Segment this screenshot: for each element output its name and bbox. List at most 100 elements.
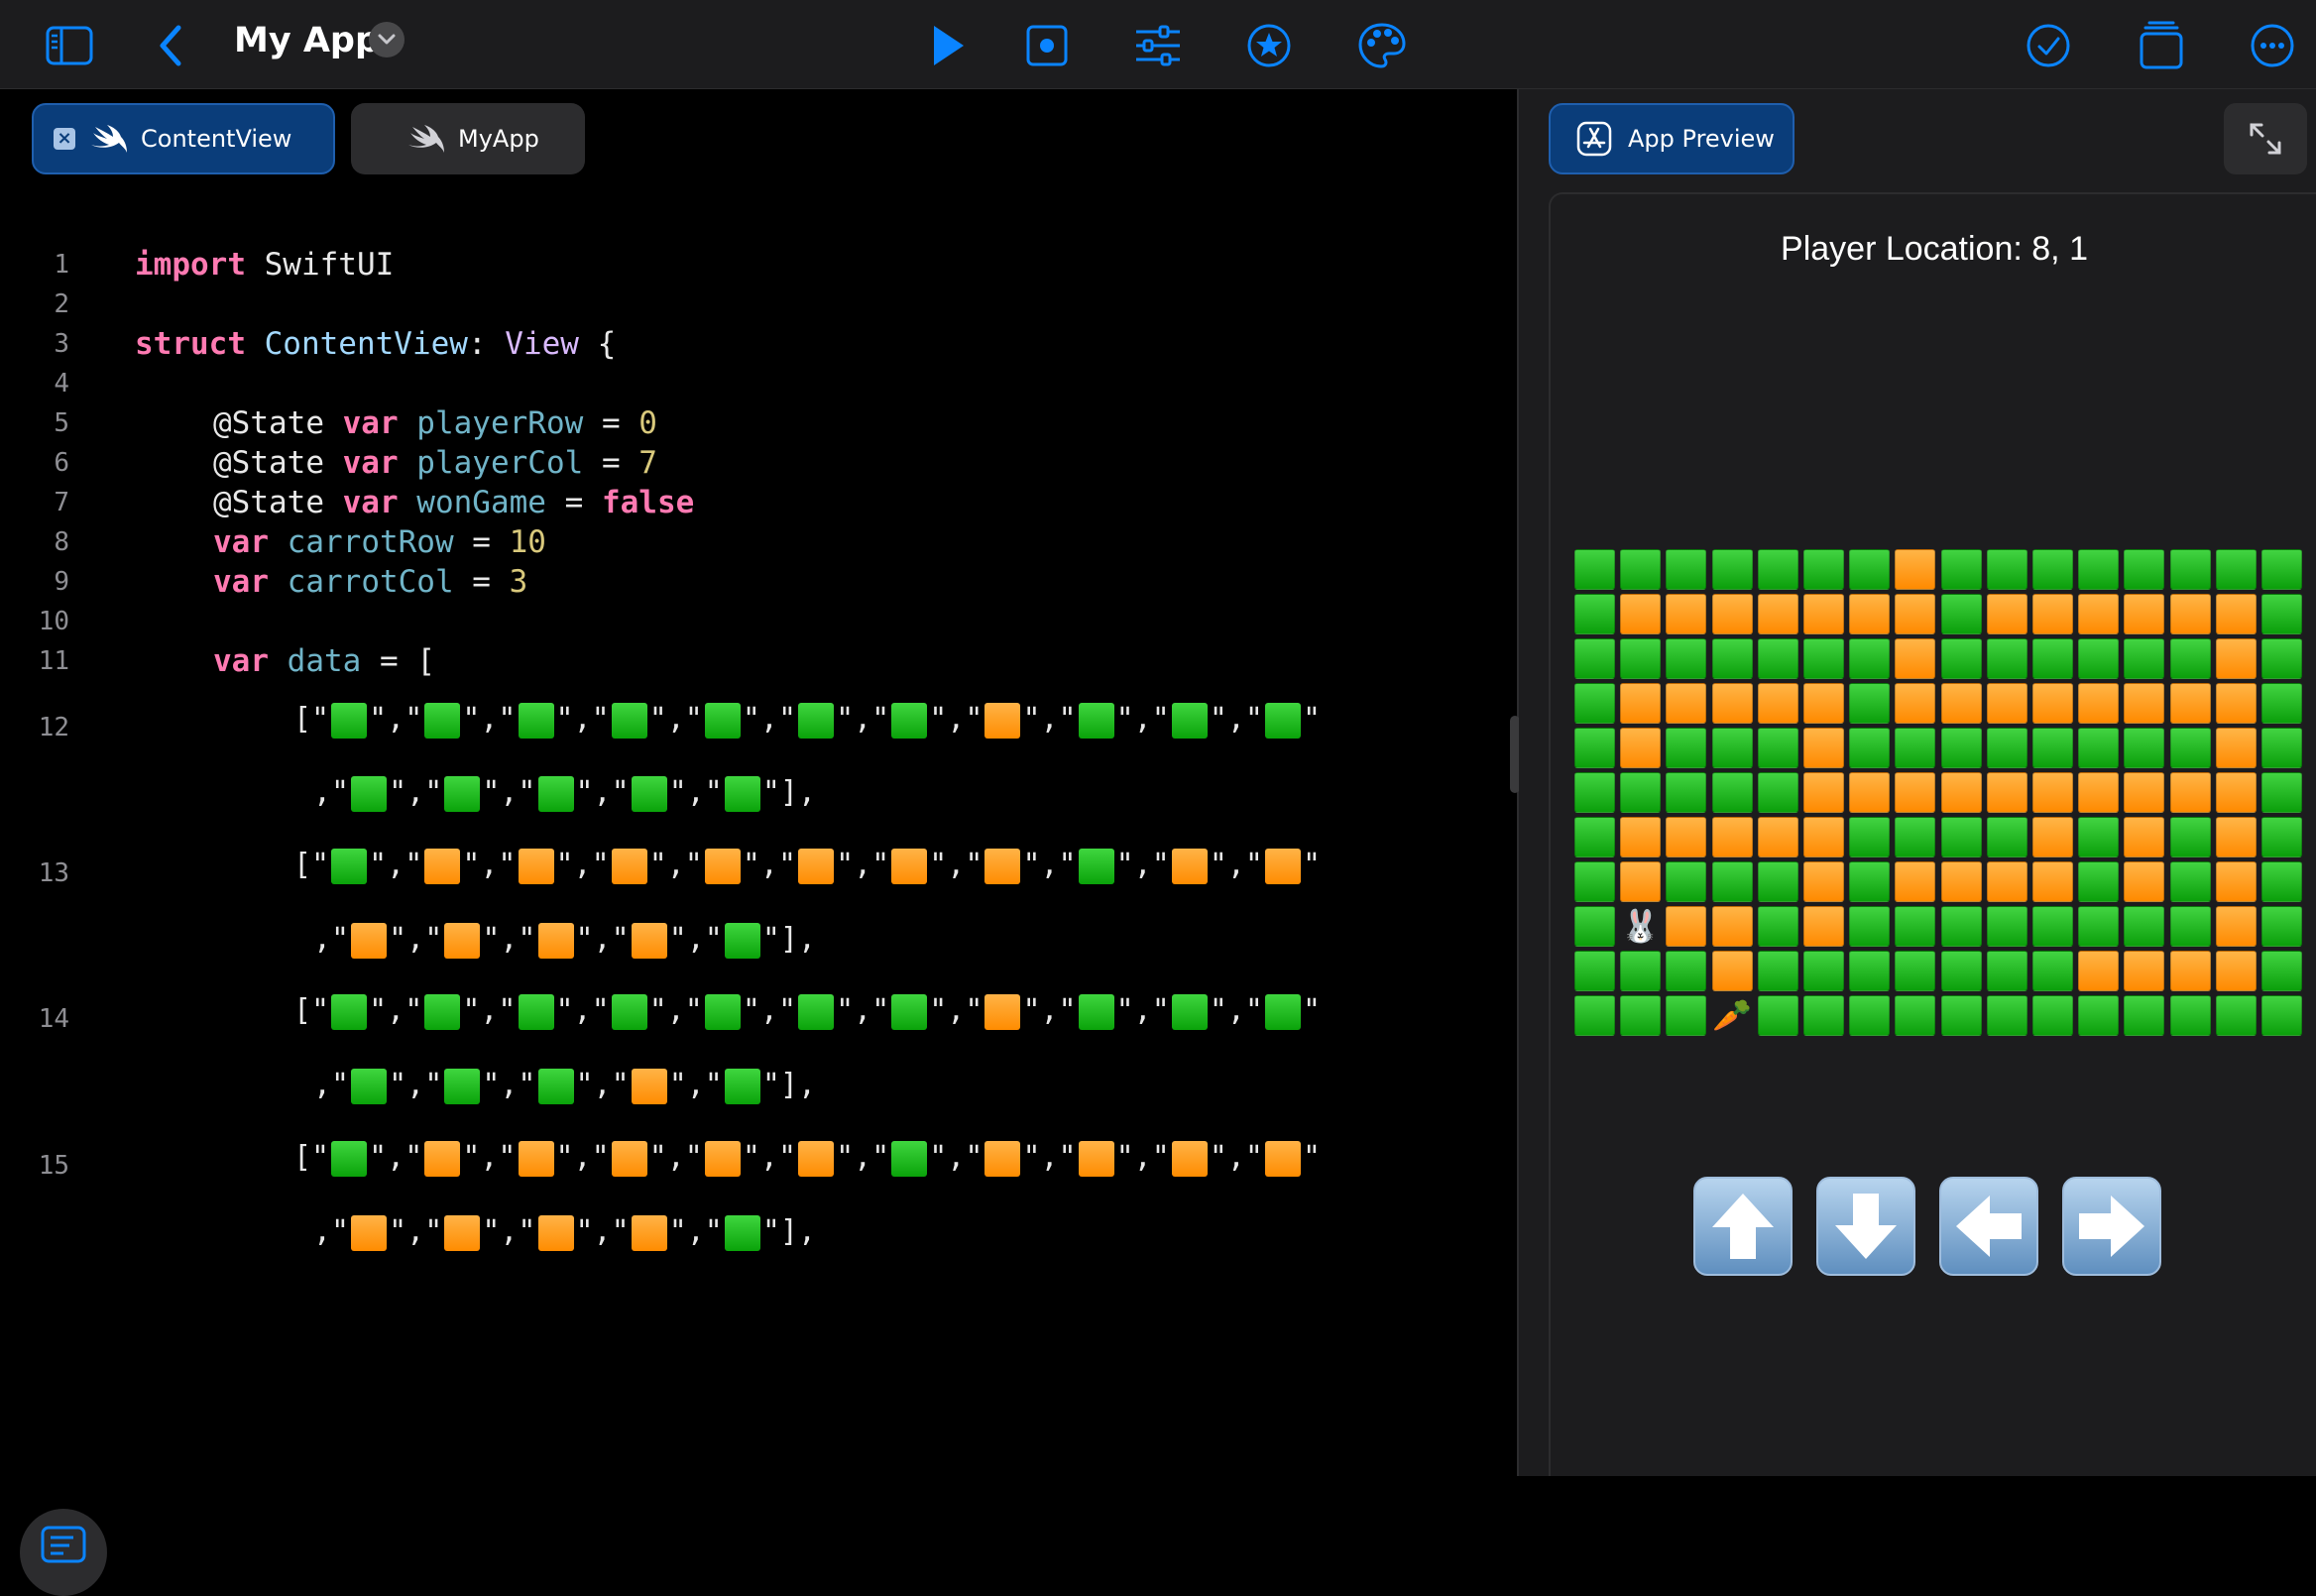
green-square-emoji bbox=[704, 702, 741, 739]
code-token: 7 bbox=[638, 445, 657, 481]
grid-cell-green bbox=[2261, 638, 2302, 679]
code-line: 1 import SwiftUI bbox=[0, 245, 1517, 285]
grid-cell-orange bbox=[1895, 638, 1936, 679]
grid-cell-green bbox=[1940, 995, 1982, 1036]
code-editor[interactable]: × ContentView MyApp 1 import SwiftUI 2 3… bbox=[0, 89, 1517, 1596]
code-token: : bbox=[467, 326, 506, 362]
grid-cell-green bbox=[1849, 549, 1891, 590]
chevron-down-icon[interactable] bbox=[369, 22, 405, 57]
grid-cell-orange bbox=[2169, 951, 2211, 991]
grid-cell-orange bbox=[1849, 772, 1891, 813]
code-token: data bbox=[269, 643, 362, 679]
grid-cell-green bbox=[1940, 906, 1982, 947]
code-token: playerRow bbox=[398, 405, 584, 441]
grid-cell-green bbox=[2124, 638, 2165, 679]
stop-record-icon[interactable] bbox=[1015, 14, 1079, 77]
grid-cell-green bbox=[1711, 728, 1753, 768]
code-token: 10 bbox=[509, 524, 546, 560]
grid-cell-orange bbox=[2078, 772, 2120, 813]
grid-cell-green bbox=[2169, 549, 2211, 590]
tab-contentview[interactable]: × ContentView bbox=[32, 103, 335, 174]
grid-cell-green bbox=[2078, 638, 2120, 679]
array-row-code: ," "," "," "," "," "], bbox=[313, 1214, 817, 1251]
grid-cell-green bbox=[2078, 817, 2120, 857]
document-outline-button[interactable] bbox=[20, 1509, 107, 1596]
run-play-icon[interactable] bbox=[914, 14, 978, 77]
grid-cell-green bbox=[1849, 951, 1891, 991]
expand-icon[interactable] bbox=[2224, 103, 2307, 174]
back-chevron-icon[interactable] bbox=[141, 14, 204, 77]
orange-square-emoji bbox=[518, 1140, 554, 1177]
ellipsis-circle-icon[interactable] bbox=[2241, 14, 2304, 77]
grid-cell-orange bbox=[2078, 594, 2120, 634]
grid-cell-green bbox=[2261, 951, 2302, 991]
up-arrow-button[interactable] bbox=[1693, 1177, 1793, 1276]
grid-cell-green bbox=[2261, 772, 2302, 813]
palette-icon[interactable] bbox=[1350, 14, 1414, 77]
orange-square-emoji bbox=[891, 848, 928, 884]
grid-cell-green bbox=[1666, 728, 1707, 768]
grid-cell-green bbox=[1803, 951, 1844, 991]
tab-label: MyApp bbox=[458, 125, 539, 153]
grid-cell-orange bbox=[1986, 772, 2027, 813]
grid-cell-green bbox=[1940, 638, 1982, 679]
grid-cell-orange bbox=[1803, 861, 1844, 902]
grid-cell-green bbox=[2261, 861, 2302, 902]
left-arrow-button[interactable] bbox=[1939, 1177, 2038, 1276]
green-square-emoji bbox=[518, 702, 554, 739]
app-title[interactable]: My App bbox=[234, 16, 380, 65]
grid-cell-orange bbox=[2032, 861, 2073, 902]
line-number: 12 bbox=[38, 713, 69, 742]
green-square-emoji bbox=[611, 993, 647, 1030]
grid-cell-orange bbox=[1849, 594, 1891, 634]
star-circle-icon[interactable] bbox=[1237, 14, 1301, 77]
orange-square-emoji bbox=[351, 1214, 388, 1251]
grid-cell-green bbox=[1895, 995, 1936, 1036]
grid-cell-orange bbox=[1666, 594, 1707, 634]
swift-icon bbox=[408, 125, 444, 153]
left-arrow-icon bbox=[1956, 1196, 2022, 1257]
green-square-emoji bbox=[331, 1140, 368, 1177]
grid-cell-green bbox=[2261, 549, 2302, 590]
green-square-emoji bbox=[891, 993, 928, 1030]
orange-square-emoji bbox=[631, 1214, 667, 1251]
grid-cell-green bbox=[2261, 817, 2302, 857]
checkmark-circle-icon[interactable] bbox=[2017, 14, 2080, 77]
array-row-code: [" "," "," "," "," "," "," "," "," "," "," " bbox=[293, 1140, 1322, 1177]
green-square-emoji bbox=[518, 993, 554, 1030]
grid-cell-orange bbox=[1757, 817, 1798, 857]
stacked-windows-icon[interactable] bbox=[2130, 14, 2193, 77]
sidebar-toggle-icon[interactable] bbox=[38, 14, 101, 77]
orange-square-emoji bbox=[444, 922, 481, 959]
close-icon[interactable]: × bbox=[54, 128, 75, 150]
code-token: SwiftUI bbox=[245, 247, 395, 283]
green-square-emoji bbox=[351, 775, 388, 812]
grid-cell-orange bbox=[1620, 594, 1662, 634]
sliders-icon[interactable] bbox=[1126, 14, 1190, 77]
app-preview-tab[interactable]: App Preview bbox=[1549, 103, 1795, 174]
grid-cell-green bbox=[1666, 995, 1707, 1036]
grid-cell-orange bbox=[2032, 683, 2073, 724]
line-number: 13 bbox=[38, 858, 69, 888]
right-arrow-button[interactable] bbox=[2062, 1177, 2161, 1276]
orange-square-emoji bbox=[984, 702, 1021, 739]
code-token: import bbox=[135, 247, 246, 283]
grid-cell-green bbox=[1940, 817, 1982, 857]
grid-cell-green bbox=[1803, 638, 1844, 679]
grid-cell-orange bbox=[2215, 817, 2257, 857]
grid-cell-green bbox=[2078, 728, 2120, 768]
array-row-code: ," "," "," "," "," "], bbox=[313, 1068, 817, 1104]
tab-label: ContentView bbox=[141, 125, 292, 153]
green-square-emoji bbox=[424, 993, 461, 1030]
grid-cell-orange bbox=[2215, 772, 2257, 813]
grid-cell-orange bbox=[1940, 683, 1982, 724]
grid-cell-green bbox=[1895, 951, 1936, 991]
code-token: struct bbox=[135, 326, 246, 362]
tab-myapp[interactable]: MyApp bbox=[351, 103, 585, 174]
list-icon bbox=[41, 1526, 86, 1563]
down-arrow-button[interactable] bbox=[1816, 1177, 1915, 1276]
grid-cell-green bbox=[1895, 906, 1936, 947]
line-number: 14 bbox=[38, 1004, 69, 1034]
grid-cell-green bbox=[1574, 638, 1615, 679]
green-square-emoji bbox=[444, 775, 481, 812]
